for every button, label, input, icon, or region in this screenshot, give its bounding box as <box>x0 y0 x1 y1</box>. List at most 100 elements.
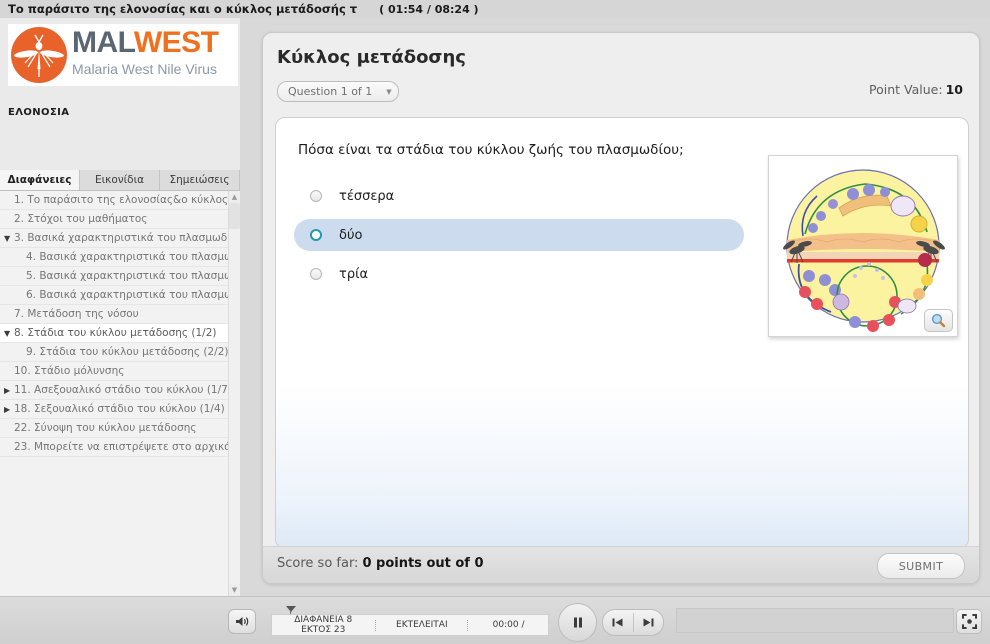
slide-list-item[interactable]: 22. Σύνοψη του κύκλου μετάδοσης <box>0 419 228 438</box>
radio-button-icon[interactable] <box>310 190 322 202</box>
scrollbar-thumb[interactable] <box>229 203 240 229</box>
expand-arrow-down-icon[interactable]: ▼ <box>4 229 10 247</box>
playhead-marker-icon[interactable] <box>286 606 296 612</box>
slide-list-item[interactable]: ▶ 18. Σεξουαλικό στάδιο του κύκλου (1/4) <box>0 400 228 419</box>
prev-button[interactable] <box>603 610 633 635</box>
mosquito-logo-icon <box>11 27 67 83</box>
course-stage: MALWEST Malaria West Nile Virus ΕΛΟΝΟΣΙΑ… <box>0 18 990 596</box>
step-back-icon <box>612 618 623 627</box>
tab-2[interactable]: Εικονίδια <box>80 170 160 190</box>
slide-list-item-label: 18. Σεξουαλικό στάδιο του κύκλου (1/4) <box>14 403 225 415</box>
answer-choice-label: τέσσερα <box>339 188 395 204</box>
window-title-bar: Το παράσιτο της ελονοσίας και ο κύκλος μ… <box>0 0 990 18</box>
submit-button[interactable]: SUBMIT <box>877 553 965 579</box>
question-card: Πόσα είναι τα στάδια του κύκλου ζωής του… <box>275 117 969 549</box>
answer-choice-label: τρία <box>339 266 369 282</box>
tab-3[interactable]: Σημειώσεις <box>160 170 240 190</box>
score-bar: Score so far: 0 points out of 0 SUBMIT <box>263 546 979 583</box>
progress-track[interactable] <box>676 608 954 633</box>
logo-mal: MAL <box>72 26 134 59</box>
logo-subtitle: Malaria West Nile Virus <box>72 61 217 77</box>
pause-button[interactable] <box>558 603 597 642</box>
question-text: Πόσα είναι τα στάδια του κύκλου ζωής του… <box>298 142 684 158</box>
logo-west: WEST <box>133 26 219 59</box>
logo-wordmark: MALWEST Malaria West Nile Virus <box>72 26 219 77</box>
point-value-number: 10 <box>945 82 963 97</box>
slide-list[interactable]: 1. Το παράσιτο της ελονοσίας&ο κύκλος με… <box>0 191 228 596</box>
slide-list-item-label: 3. Βασικά χαρακτηριστικά του πλασμωδίου … <box>14 232 228 244</box>
slide-list-item-label: 22. Σύνοψη του κύκλου μετάδοσης <box>14 422 197 434</box>
answer-choice[interactable]: τέσσερα <box>294 180 744 212</box>
slide-list-item[interactable]: 9. Στάδια του κύκλου μετάδοσης (2/2) <box>0 343 228 362</box>
tab-1[interactable]: Διαφάνειες <box>0 170 80 190</box>
slide-list-item[interactable]: 2. Στόχοι του μαθήματος <box>0 210 228 229</box>
score-value: 0 points out of 0 <box>362 556 484 571</box>
player-bar: ΔΙΑΦΑΝΕΙΑ 8 ΕΚΤΟΣ 23 ΕΚΤΕΛΕΙΤΑΙ 00:00 / <box>0 596 990 644</box>
slide-list-item-label: 2. Στόχοι του μαθήματος <box>14 213 148 225</box>
transport-controls <box>558 601 668 642</box>
seek-area[interactable]: ΔΙΑΦΑΝΕΙΑ 8 ΕΚΤΟΣ 23 ΕΚΤΕΛΕΙΤΑΙ 00:00 / <box>271 606 549 636</box>
slide-list-item-label: 6. Βασικά χαρακτηριστικά του πλασμωδίου <box>26 289 228 301</box>
slide-list-item-label: 5. Βασικά χαρακτηριστικά του πλασμωδίου <box>26 270 228 282</box>
slide-counter-line1: ΔΙΑΦΑΝΕΙΑ 8 <box>294 615 353 625</box>
sidebar-tabs: Διαφάνειες Εικονίδια Σημειώσεις <box>0 170 240 191</box>
course-name: ΕΛΟΝΟΣΙΑ <box>8 107 70 118</box>
slide-list-item-label: 9. Στάδια του κύκλου μετάδοσης (2/2) <box>26 346 228 358</box>
slide-list-item[interactable]: 1. Το παράσιτο της ελονοσίας&ο κύκλος με… <box>0 191 228 210</box>
step-controls <box>602 609 664 636</box>
slide-list-item[interactable]: 4. Βασικά χαρακτηριστικά του πλασμωδίου <box>0 248 228 267</box>
slide-list-scrollbar[interactable]: ▲ ▼ <box>228 191 240 596</box>
fullscreen-button[interactable] <box>956 609 982 634</box>
logo: MALWEST Malaria West Nile Virus <box>8 24 238 86</box>
expand-arrow-right-icon[interactable]: ▶ <box>4 400 10 418</box>
point-value: Point Value: 10 <box>869 82 963 97</box>
player-state: ΕΚΤΕΛΕΙΤΑΙ <box>396 620 448 630</box>
slide-list-item-label: 11. Ασεξουαλικό στάδιο του κύκλου (1/7) <box>14 384 228 396</box>
quiz-title: Κύκλος μετάδοσης <box>277 47 466 68</box>
radio-button-icon[interactable] <box>310 268 322 280</box>
score-label: Score so far: <box>277 556 359 571</box>
slide-list-item[interactable]: 7. Μετάδοση της νόσου <box>0 305 228 324</box>
slide-list-item[interactable]: ▼ 8. Στάδια του κύκλου μετάδοσης (1/2) <box>0 324 228 343</box>
fullscreen-icon <box>961 614 977 629</box>
slide-counter-line2: ΕΚΤΟΣ 23 <box>301 625 346 635</box>
volume-button[interactable] <box>228 609 256 634</box>
sidebar: MALWEST Malaria West Nile Virus ΕΛΟΝΟΣΙΑ… <box>0 18 240 596</box>
magnifier-icon[interactable] <box>924 309 953 332</box>
slide-list-item[interactable]: 6. Βασικά χαρακτηριστικά του πλασμωδίου <box>0 286 228 305</box>
slide-list-item[interactable]: 10. Στάδιο μόλυνσης <box>0 362 228 381</box>
chevron-down-icon: ▼ <box>386 87 392 96</box>
answer-choices: τέσσερα δύο τρία <box>294 180 744 297</box>
slide-list-item[interactable]: 5. Βασικά χαρακτηριστικά του πλασμωδίου <box>0 267 228 286</box>
seek-bar[interactable]: ΔΙΑΦΑΝΕΙΑ 8 ΕΚΤΟΣ 23 ΕΚΤΕΛΕΙΤΑΙ 00:00 / <box>271 614 549 636</box>
slide-list-item-label: 1. Το παράσιτο της ελονοσίας&ο κύκλος με… <box>14 194 228 206</box>
slide-list-item[interactable]: 23. Μπορείτε να επιστρέψετε στο αρχικό μ… <box>0 438 228 457</box>
slide-list-item[interactable]: ▶ 11. Ασεξουαλικό στάδιο του κύκλου (1/7) <box>0 381 228 400</box>
player-time: 00:00 / <box>492 620 525 630</box>
question-selector-label: Question 1 of 1 <box>288 84 373 98</box>
pause-icon <box>573 617 582 628</box>
expand-arrow-down-icon[interactable]: ▼ <box>4 324 10 342</box>
playback-timer: ( 01:54 / 08:24 ) <box>379 2 479 16</box>
slide-list-item-label: 7. Μετάδοση της νόσου <box>14 308 139 320</box>
page-title: Το παράσιτο της ελονοσίας και ο κύκλος μ… <box>8 2 358 16</box>
answer-choice[interactable]: δύο <box>294 219 744 251</box>
volume-icon <box>235 617 248 626</box>
answer-choice-label: δύο <box>339 227 363 243</box>
question-image[interactable] <box>768 155 958 337</box>
point-value-label: Point Value: <box>869 82 943 97</box>
slide-list-item-label: 23. Μπορείτε να επιστρέψετε στο αρχικό μ… <box>14 441 228 453</box>
slide-counter: ΔΙΑΦΑΝΕΙΑ 8 ΕΚΤΟΣ 23 <box>272 615 375 635</box>
slide-list-item[interactable]: ▼ 3. Βασικά χαρακτηριστικά του πλασμωδίου… <box>0 229 228 248</box>
answer-choice[interactable]: τρία <box>294 258 744 290</box>
scroll-up-icon[interactable]: ▲ <box>229 191 240 203</box>
radio-button-icon[interactable] <box>310 229 322 241</box>
step-forward-icon <box>643 618 654 627</box>
slide-list-item-label: 8. Στάδια του κύκλου μετάδοσης (1/2) <box>14 327 217 339</box>
scroll-down-icon[interactable]: ▼ <box>229 584 240 596</box>
next-button[interactable] <box>634 610 664 635</box>
expand-arrow-right-icon[interactable]: ▶ <box>4 381 10 399</box>
question-selector[interactable]: Question 1 of 1 ▼ <box>277 81 399 102</box>
slide-list-item-label: 10. Στάδιο μόλυνσης <box>14 365 125 377</box>
slide-list-item-label: 4. Βασικά χαρακτηριστικά του πλασμωδίου <box>26 251 228 263</box>
